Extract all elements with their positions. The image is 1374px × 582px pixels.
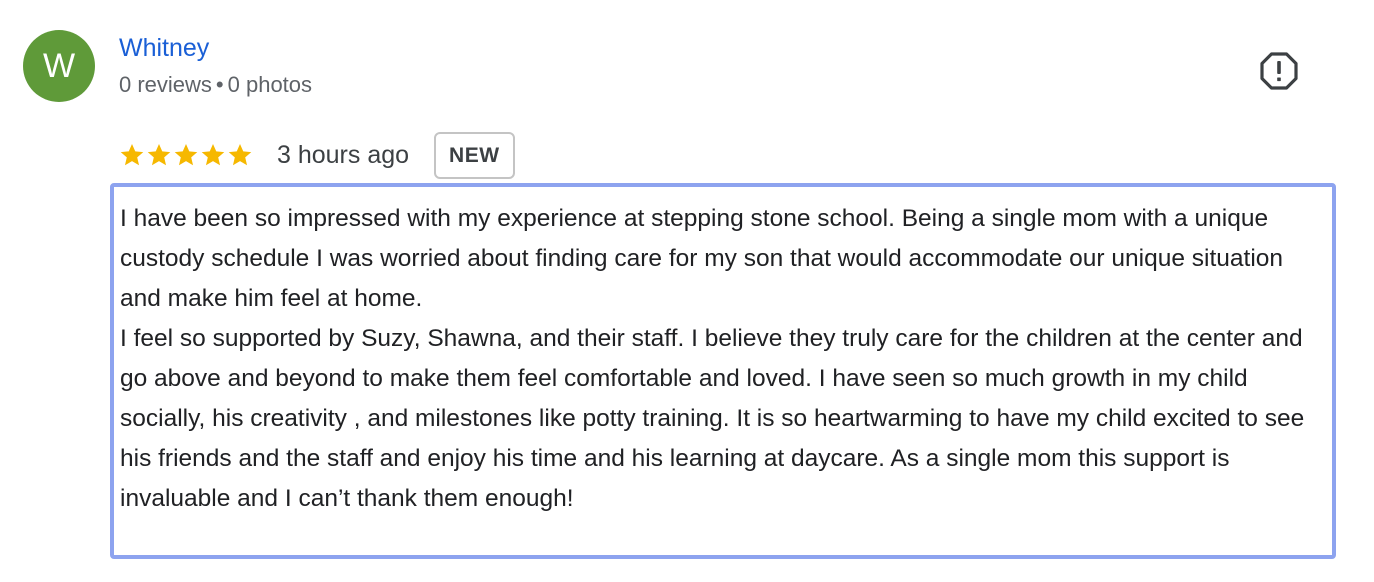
report-flag-icon [1260,52,1298,90]
star-rating [119,142,253,168]
star-icon [174,143,198,166]
author-meta: 0 reviews • 0 photos [119,72,312,98]
review-count: 0 reviews [119,72,212,97]
star-icon [147,143,171,166]
review-timestamp: 3 hours ago [277,140,410,169]
report-review-button[interactable] [1258,50,1300,92]
photo-count: 0 photos [227,72,313,97]
review-paragraph: I have been so impressed with my experie… [120,205,1284,312]
star-icon [228,143,252,166]
meta-separator: • [215,72,224,97]
rating-row: 3 hours ago NEW [119,131,515,179]
star-icon [201,143,225,166]
star-icon [120,143,144,166]
review-paragraph: I feel so supported by Suzy, Shawna, and… [120,325,1305,512]
new-badge: NEW [434,131,515,179]
review-card: W Whitney 0 reviews • 0 photos 3 hours ago… [0,0,1374,582]
author-name-link[interactable]: Whitney [119,34,209,63]
review-text: I have been so impressed with my experie… [110,183,1336,559]
avatar[interactable]: W [23,30,95,102]
